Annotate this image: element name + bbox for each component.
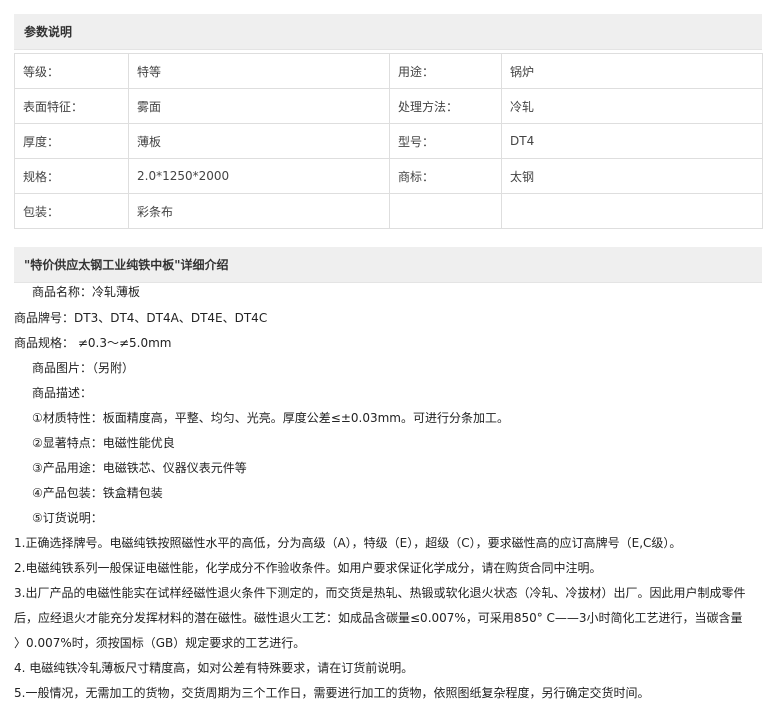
param-value: 薄板 bbox=[128, 123, 390, 159]
detail-line-description: 商品描述： bbox=[32, 386, 93, 400]
param-value: 冷轧 bbox=[501, 88, 763, 124]
detail-line-note-3c: 〉0.007%时，须按国标（GB）规定要求的工艺进行。 bbox=[14, 636, 306, 650]
param-label: 包装： bbox=[14, 193, 129, 229]
detail-line-material: ①材质特性：板面精度高，平整、均匀、光亮。厚度公差≤±0.03mm。可进行分条加… bbox=[32, 411, 509, 425]
param-value: 2.0*1250*2000 bbox=[128, 158, 390, 194]
table-row: 规格： 2.0*1250*2000 商标： 太钢 bbox=[14, 158, 763, 194]
detail-line-images: 商品图片：（另附） bbox=[32, 361, 135, 375]
detail-line-note-3b: 后，应经退火才能充分发挥材料的潜在磁性。磁性退火工艺：如成品含碳量≤0.007%… bbox=[14, 611, 743, 625]
param-label: 厚度： bbox=[14, 123, 129, 159]
param-label: 等级： bbox=[14, 53, 129, 89]
params-section-title: 参数说明 bbox=[14, 14, 762, 50]
params-table: 等级： 特等 用途： 锅炉 表面特征： 雾面 处理方法： 冷轧 厚度： 薄板 型… bbox=[14, 53, 763, 229]
param-value: 太钢 bbox=[501, 158, 763, 194]
param-label: 规格： bbox=[14, 158, 129, 194]
detail-line-usage: ③产品用途：电磁铁芯、仪器仪表元件等 bbox=[32, 461, 247, 475]
detail-line-note-4: 4. 电磁纯铁冷轧薄板尺寸精度高，如对公差有特殊要求，请在订货前说明。 bbox=[14, 661, 414, 675]
detail-line-note-1: 1.正确选择牌号。电磁纯铁按照磁性水平的高低，分为高级（A），特级（E），超级（… bbox=[14, 536, 682, 550]
param-value bbox=[501, 193, 763, 229]
table-row: 等级： 特等 用途： 锅炉 bbox=[14, 53, 763, 89]
param-value: 雾面 bbox=[128, 88, 390, 124]
detail-line-note-2: 2.电磁纯铁系列一般保证电磁性能，化学成分不作验收条件。如用户要求保证化学成分，… bbox=[14, 561, 602, 575]
param-label: 用途： bbox=[389, 53, 502, 89]
param-label: 型号： bbox=[389, 123, 502, 159]
param-value: DT4 bbox=[501, 123, 763, 159]
param-label bbox=[389, 193, 502, 229]
param-label: 表面特征： bbox=[14, 88, 129, 124]
detail-line-note-5: 5.一般情况，无需加工的货物，交货周期为三个工作日，需要进行加工的货物，依照图纸… bbox=[14, 686, 650, 700]
detail-line-note-3a: 3.出厂产品的电磁性能实在试样经磁性退火条件下测定的，而交货是热轧、热锻或软化退… bbox=[14, 586, 746, 600]
detail-section-title: "特价供应太钢工业纯铁中板"详细介绍 bbox=[14, 247, 762, 283]
detail-line-product-name: 商品名称：冷轧薄板 bbox=[32, 285, 141, 299]
param-label: 处理方法： bbox=[389, 88, 502, 124]
param-value: 锅炉 bbox=[501, 53, 763, 89]
detail-line-order-notes: ⑤订货说明： bbox=[32, 511, 103, 525]
param-value: 彩条布 bbox=[128, 193, 390, 229]
table-row: 包装： 彩条布 bbox=[14, 193, 763, 229]
detail-line-spec: 商品规格： ≠0.3～≠5.0mm bbox=[14, 336, 172, 350]
detail-line-grades: 商品牌号：DT3、DT4、DT4A、DT4E、DT4C bbox=[14, 311, 268, 325]
param-value: 特等 bbox=[128, 53, 390, 89]
param-label: 商标： bbox=[389, 158, 502, 194]
table-row: 表面特征： 雾面 处理方法： 冷轧 bbox=[14, 88, 763, 124]
detail-line-features: ②显著特点：电磁性能优良 bbox=[32, 436, 175, 450]
table-row: 厚度： 薄板 型号： DT4 bbox=[14, 123, 763, 159]
detail-line-packaging: ④产品包装：铁盒精包装 bbox=[32, 486, 163, 500]
